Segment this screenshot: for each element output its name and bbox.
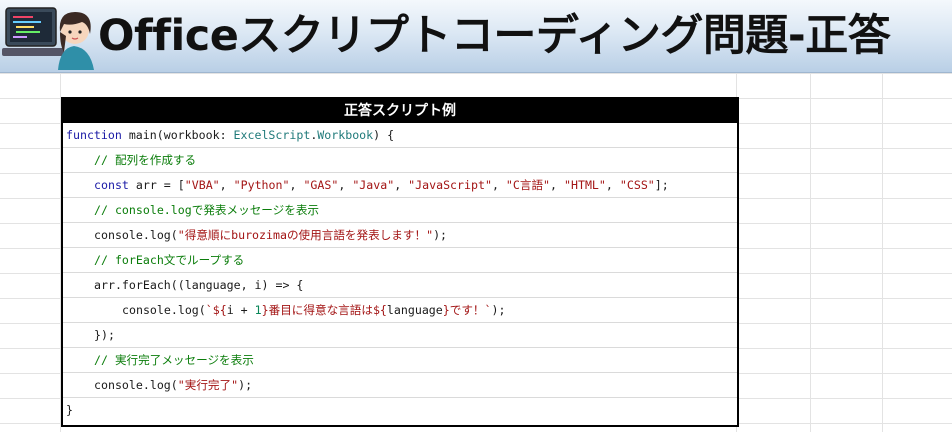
code-token: ]; — [654, 178, 669, 192]
code-line: // 配列を作成する — [63, 148, 737, 173]
code-token: , — [394, 178, 409, 192]
programmer-avatar-icon — [2, 7, 94, 70]
code-token: } — [66, 403, 73, 417]
code-line: console.log("実行完了"); — [63, 373, 737, 398]
code-token: ); — [238, 378, 253, 392]
code-line: } — [63, 398, 737, 423]
code-token: arr.forEach((language, i) => { — [94, 278, 304, 292]
code-token: console.log( — [94, 378, 178, 392]
code-token: "CSS" — [619, 178, 655, 192]
code-token: , — [219, 178, 234, 192]
code-token: "VBA" — [184, 178, 220, 192]
code-token: "C言語" — [505, 178, 551, 192]
code-token: , — [550, 178, 565, 192]
code-token: "JavaScript" — [408, 178, 492, 192]
code-line: console.log(`${i + 1}番目に得意な言語は${language… — [63, 298, 737, 323]
code-token: Workbook — [317, 128, 374, 142]
code-token: ); — [433, 228, 448, 242]
code-table: 正答スクリプト例 function main(workbook: ExcelSc… — [61, 97, 739, 427]
code-line: console.log("得意順にburozimaの使用言語を発表します！"); — [63, 223, 737, 248]
code-token: "HTML" — [564, 178, 606, 192]
code-token: `${ — [205, 303, 227, 317]
code-token: console.log( — [122, 303, 206, 317]
code-token: 1 — [254, 303, 262, 317]
code-token: i + — [226, 303, 255, 317]
code-token: ) { — [373, 128, 395, 142]
code-token: "GAS" — [303, 178, 339, 192]
code-token: }番目に得意な言語は${ — [261, 303, 387, 317]
code-body: function main(workbook: ExcelScript.Work… — [63, 123, 737, 423]
code-token: language — [386, 303, 443, 317]
grid-column-line — [882, 73, 883, 432]
code-token: , — [289, 178, 304, 192]
code-table-header: 正答スクリプト例 — [63, 99, 737, 123]
code-token: // forEach文でループする — [94, 253, 245, 267]
code-line: arr.forEach((language, i) => { — [63, 273, 737, 298]
code-token: // console.logで発表メッセージを表示 — [94, 203, 320, 217]
code-token: main(workbook: — [121, 128, 234, 142]
code-token: "Java" — [352, 178, 395, 192]
code-token: // 配列を作成する — [94, 153, 197, 167]
code-token: ); — [491, 303, 506, 317]
code-token: "Python" — [233, 178, 290, 192]
code-line: function main(workbook: ExcelScript.Work… — [63, 123, 737, 148]
code-token: console.log( — [94, 228, 178, 242]
code-line: // console.logで発表メッセージを表示 — [63, 198, 737, 223]
code-token: arr = [ — [128, 178, 185, 192]
code-token: , — [338, 178, 353, 192]
code-token: }です！` — [442, 303, 492, 317]
code-line: // 実行完了メッセージを表示 — [63, 348, 737, 373]
title-banner: Officeスクリプトコーディング問題-正答 — [0, 0, 952, 73]
code-token: , — [491, 178, 506, 192]
code-token: const — [94, 178, 129, 192]
code-line: // forEach文でループする — [63, 248, 737, 273]
code-token: // 実行完了メッセージを表示 — [94, 353, 254, 367]
code-token: "得意順にburozimaの使用言語を発表します！" — [177, 228, 434, 242]
code-token: }); — [94, 328, 115, 342]
code-token: , — [605, 178, 620, 192]
page-title: Officeスクリプトコーディング問題-正答 — [98, 11, 891, 61]
code-line: }); — [63, 323, 737, 348]
grid-column-line — [810, 73, 811, 432]
code-line: const arr = ["VBA", "Python", "GAS", "Ja… — [63, 173, 737, 198]
code-token: function — [66, 128, 122, 142]
code-token: ExcelScript — [233, 128, 311, 142]
code-token: "実行完了" — [177, 378, 239, 392]
